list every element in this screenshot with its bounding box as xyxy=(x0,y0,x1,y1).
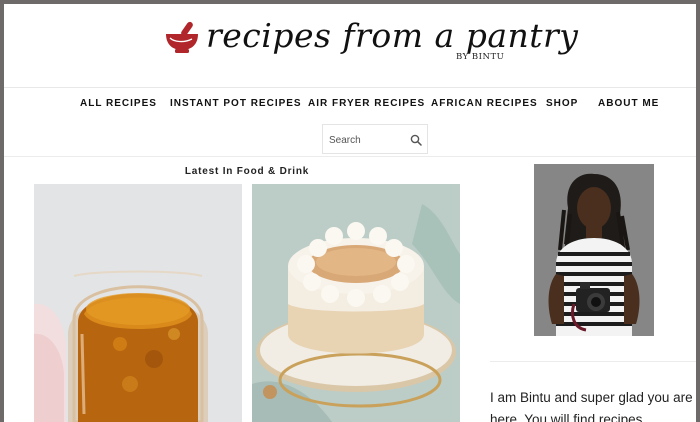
logo-byline: BY BINTU xyxy=(456,52,505,62)
main-nav: ALL RECIPES INSTANT POT RECIPES AIR FRYE… xyxy=(4,98,696,118)
logo-wordmark: recipes from a pantry xyxy=(206,16,579,55)
coconut-cake-photo xyxy=(252,184,460,422)
author-portrait-photo xyxy=(534,164,654,336)
mortar-pestle-icon xyxy=(166,21,198,53)
nav-item-african-recipes[interactable]: AFRICAN RECIPES xyxy=(431,98,538,109)
author-photo xyxy=(534,164,654,336)
site-header: recipes from a pantry BY BINTU xyxy=(4,4,696,88)
nav-item-shop[interactable]: SHOP xyxy=(546,98,578,109)
section-title: Latest In Food & Drink xyxy=(184,166,310,177)
nav-item-all-recipes[interactable]: ALL RECIPES xyxy=(80,98,157,109)
nav-item-instant-pot-recipes[interactable]: INSTANT POT RECIPES xyxy=(170,98,302,109)
author-intro-text-continued: here. You will find recipes xyxy=(490,412,643,422)
recipe-card-coconut-cake[interactable] xyxy=(252,184,460,422)
site-logo[interactable]: recipes from a pantry BY BINTU xyxy=(164,14,578,70)
marmalade-jar-photo xyxy=(34,184,242,422)
search-box xyxy=(322,124,428,154)
author-intro-text: I am Bintu and super glad you are xyxy=(490,390,693,405)
search-icon[interactable] xyxy=(410,134,422,146)
page: recipes from a pantry BY BINTU ALL RECIP… xyxy=(4,4,696,422)
nav-item-air-fryer-recipes[interactable]: AIR FRYER RECIPES xyxy=(308,98,425,109)
search-input[interactable] xyxy=(329,131,405,149)
header-divider xyxy=(4,156,696,157)
recipe-card-marmalade[interactable] xyxy=(34,184,242,422)
nav-item-about-me[interactable]: ABOUT ME xyxy=(598,98,659,109)
sidebar-divider xyxy=(490,361,696,362)
